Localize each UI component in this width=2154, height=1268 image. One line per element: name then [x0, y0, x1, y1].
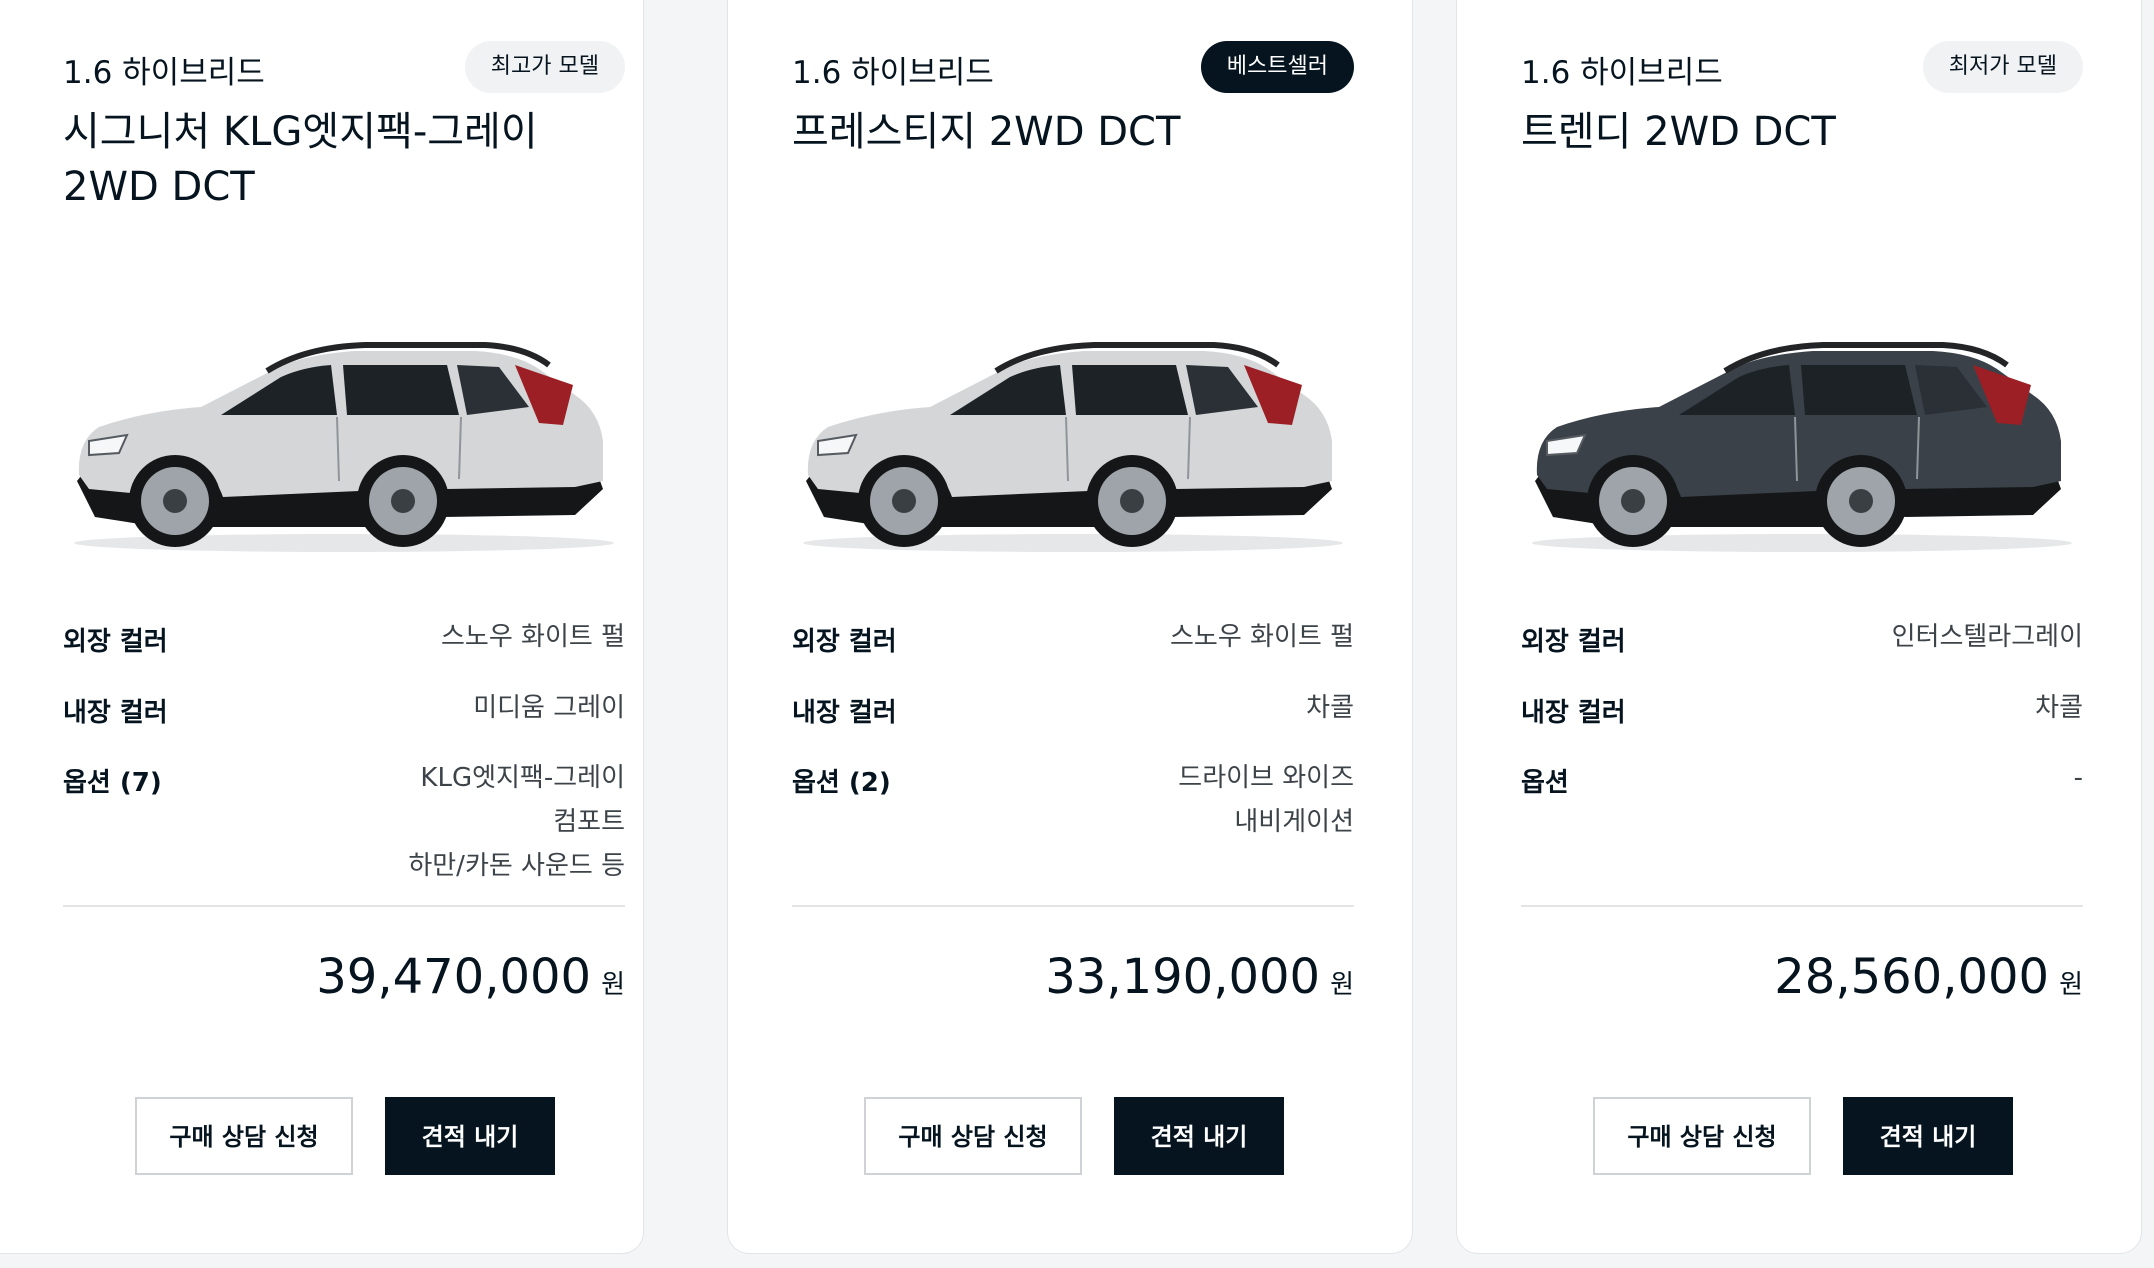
highest-price-badge: 최고가 모델: [464, 41, 625, 93]
options-label: 옵션 (2): [792, 768, 891, 798]
options-label: 옵션 (7): [63, 768, 162, 798]
interior-color-value: 차콜: [2035, 693, 2083, 723]
interior-color-value: 미디움 그레이: [473, 693, 625, 723]
get-quote-button[interactable]: 견적 내기: [1843, 1097, 2013, 1175]
car-image: [74, 342, 614, 552]
price-value: 33,190,000: [1045, 949, 1321, 1005]
divider: [1521, 905, 2083, 907]
trim-name: 시그니처 KLG엣지팩-그레이 2WD DCT: [63, 109, 538, 210]
purchase-consult-button[interactable]: 구매 상담 신청: [1593, 1097, 1811, 1175]
engine-label: 1.6 하이브리드: [63, 55, 265, 91]
lowest-price-badge: 최저가 모델: [1922, 41, 2083, 93]
get-quote-button[interactable]: 견적 내기: [385, 1097, 555, 1175]
options-list: -: [2074, 756, 2083, 800]
trim-comparison-list: 1.6 하이브리드 최고가 모델 시그니처 KLG엣지팩-그레이 2WD DCT…: [0, 0, 2154, 1268]
trim-name: 트렌디 2WD DCT: [1521, 109, 1836, 155]
exterior-color-label: 외장 컬러: [63, 627, 168, 657]
exterior-color-value: 스노우 화이트 펄: [1170, 622, 1354, 652]
interior-color-value: 차콜: [1306, 693, 1354, 723]
car-image: [1532, 342, 2072, 552]
car-image: [803, 342, 1343, 552]
purchase-consult-button[interactable]: 구매 상담 신청: [864, 1097, 1082, 1175]
price: 33,190,000 원: [1045, 949, 1354, 1005]
engine-label: 1.6 하이브리드: [792, 55, 994, 91]
options-list: KLG엣지팩-그레이 컴포트 하만/카돈 사운드 등: [408, 756, 625, 888]
interior-color-label: 내장 컬러: [792, 698, 897, 728]
trim-card: 1.6 하이브리드 최고가 모델 시그니처 KLG엣지팩-그레이 2WD DCT…: [0, 0, 644, 1254]
get-quote-button[interactable]: 견적 내기: [1114, 1097, 1284, 1175]
option-item: 컴포트: [553, 807, 625, 837]
option-item: 내비게이션: [1234, 807, 1354, 837]
options-list: 드라이브 와이즈 내비게이션: [1178, 756, 1354, 844]
engine-label: 1.6 하이브리드: [1521, 55, 1723, 91]
exterior-color-value: 인터스텔라그레이: [1891, 622, 2083, 652]
options-label: 옵션: [1521, 768, 1569, 798]
trim-card: 1.6 하이브리드 최저가 모델 트렌디 2WD DCT 외장 컬러 인터스텔라…: [1456, 0, 2142, 1254]
price-unit: 원: [1330, 970, 1354, 1000]
exterior-color-label: 외장 컬러: [792, 627, 897, 657]
purchase-consult-button[interactable]: 구매 상담 신청: [135, 1097, 353, 1175]
price-unit: 원: [2059, 970, 2083, 1000]
price: 28,560,000 원: [1774, 949, 2083, 1005]
option-item: 드라이브 와이즈: [1178, 763, 1354, 793]
price-value: 28,560,000: [1774, 949, 2050, 1005]
option-item: -: [2073, 763, 2083, 793]
exterior-color-value: 스노우 화이트 펄: [441, 622, 625, 652]
interior-color-label: 내장 컬러: [63, 698, 168, 728]
bestseller-badge: 베스트셀러: [1200, 41, 1354, 93]
trim-name: 프레스티지 2WD DCT: [792, 109, 1181, 155]
price-unit: 원: [601, 970, 625, 1000]
option-item: KLG엣지팩-그레이: [420, 763, 625, 793]
option-item: 하만/카돈 사운드 등: [408, 851, 625, 881]
price-value: 39,470,000: [316, 949, 592, 1005]
interior-color-label: 내장 컬러: [1521, 698, 1626, 728]
divider: [63, 905, 625, 907]
trim-card: 1.6 하이브리드 베스트셀러 프레스티지 2WD DCT 외장 컬러 스노우 …: [727, 0, 1413, 1254]
divider: [792, 905, 1354, 907]
exterior-color-label: 외장 컬러: [1521, 627, 1626, 657]
price: 39,470,000 원: [316, 949, 625, 1005]
